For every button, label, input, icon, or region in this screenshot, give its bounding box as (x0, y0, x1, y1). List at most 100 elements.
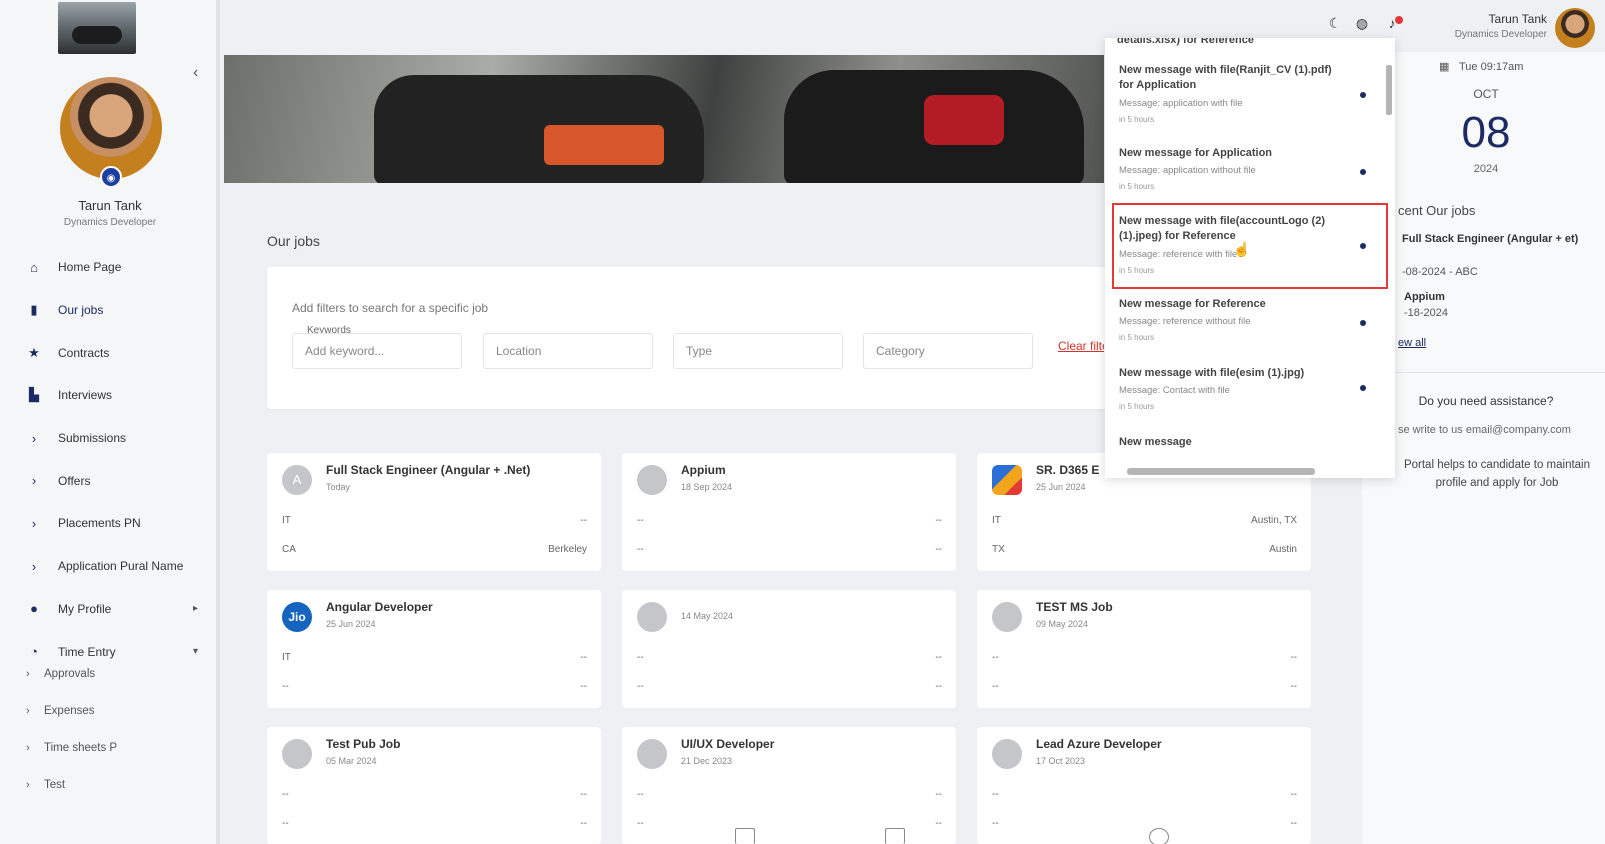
unread-dot (1360, 385, 1366, 391)
job-field: -- (580, 652, 587, 663)
sidebar-item-label: Submissions (58, 431, 127, 446)
calendar-month: OCT (1473, 87, 1499, 101)
job-row: TX Austin (992, 544, 1297, 555)
job-card[interactable]: A Full Stack Engineer (Angular + .Net) T… (267, 453, 601, 571)
upload-icon[interactable] (735, 828, 755, 844)
scrollbar-thumb[interactable] (1386, 65, 1392, 115)
submenu-item-time-sheets[interactable]: › Time sheets P (0, 730, 216, 767)
job-title: Lead Azure Developer (1036, 737, 1162, 751)
location-input[interactable] (483, 333, 653, 369)
type-select[interactable] (673, 333, 843, 369)
moon-icon[interactable]: ☾ (1326, 15, 1344, 33)
submenu-item-test[interactable]: › Test (0, 766, 216, 803)
building-icon (992, 602, 1022, 632)
chevron-right-icon: › (31, 473, 37, 489)
chevron-left-icon[interactable]: ‹ (193, 64, 198, 82)
submenu-item-label: Approvals (44, 668, 96, 681)
notifications-scrollbar[interactable] (1384, 40, 1394, 465)
job-date: 25 Jun 2024 (326, 619, 376, 629)
filter-hint: Add filters to search for a specific job (292, 301, 489, 315)
portal-description: Portal helps to candidate to maintain pr… (1403, 459, 1591, 489)
job-field: -- (992, 681, 999, 692)
job-field: -- (282, 818, 289, 829)
notification-item[interactable]: New message (1105, 435, 1385, 465)
sidebar-item-application-pural-name[interactable]: › Application Pural Name (0, 545, 216, 588)
app-root: ‹ ◉ Tarun Tank Dynamics Developer ⌂ Home… (0, 0, 1605, 844)
notification-title: New message (1119, 436, 1192, 448)
job-card[interactable]: 14 May 2024 -- -- -- -- (622, 590, 956, 708)
sidebar-item-home-page[interactable]: ⌂ Home Page (0, 246, 216, 289)
recent-job-title[interactable]: Full Stack Engineer (Angular + et) (1402, 232, 1592, 247)
sidebar-item-our-jobs[interactable]: ▮ Our jobs (0, 289, 216, 332)
clear-filters-link[interactable]: Clear filters (1058, 339, 1104, 353)
sidebar-item-interviews[interactable]: ▙ Interviews (0, 374, 216, 417)
job-field: Berkeley (548, 544, 587, 555)
submenu-item-label: Expenses (44, 705, 95, 718)
job-row: -- -- (637, 652, 942, 663)
notification-title: New message with file(esim (1).jpg) (1119, 367, 1305, 379)
job-card[interactable]: Lead Azure Developer 17 Oct 2023 -- -- --… (977, 727, 1311, 844)
notifications-hscrollbar[interactable] (1105, 464, 1395, 478)
job-field: -- (992, 818, 999, 829)
job-field: -- (637, 652, 644, 663)
job-title: Appium (681, 463, 726, 477)
time-entry-submenu: › Approvals › Expenses › Time sheets P ›… (0, 656, 216, 803)
job-title: TEST MS Job (1036, 600, 1113, 614)
banner-image-accent (544, 125, 664, 165)
building-icon (637, 465, 667, 495)
submenu-item-approvals[interactable]: › Approvals (0, 656, 216, 693)
view-all-link[interactable]: ew all (1398, 337, 1426, 349)
more-icon[interactable] (1149, 828, 1169, 844)
submenu-item-label: Test (44, 778, 66, 791)
job-field: -- (992, 652, 999, 663)
notification-item[interactable]: New message for Application Message: app… (1105, 146, 1385, 206)
job-field: Austin (1269, 544, 1297, 555)
job-card[interactable]: TEST MS Job 09 May 2024 -- -- -- -- (977, 590, 1311, 708)
job-field: IT (282, 652, 291, 663)
recent-job-title[interactable]: Appium (1404, 291, 1445, 303)
notification-item[interactable]: New message for Reference Message: refer… (1105, 297, 1385, 357)
submenu-item-expenses[interactable]: › Expenses (0, 693, 216, 730)
assistance-title: Do you need assistance? (1418, 394, 1554, 408)
job-field: -- (1290, 681, 1297, 692)
job-card[interactable]: Test Pub Job 05 Mar 2024 -- -- -- -- (267, 727, 601, 844)
upload-icon[interactable] (885, 828, 905, 844)
job-date: 14 May 2024 (681, 611, 734, 621)
job-card[interactable]: Jio Angular Developer 25 Jun 2024 IT -- -… (267, 590, 601, 708)
job-card[interactable]: Appium 18 Sep 2024 -- -- -- -- (622, 453, 956, 571)
job-field: -- (637, 515, 644, 526)
unread-dot (1360, 169, 1366, 175)
job-card[interactable]: UI/UX Developer 21 Dec 2023 -- -- -- -- (622, 727, 956, 844)
sidebar-item-contracts[interactable]: ★ Contracts (0, 331, 216, 374)
notification-title: New message for Reference (1119, 298, 1266, 310)
recent-job-meta: -08-2024 - ABC (1402, 266, 1478, 278)
sidebar-item-label: Offers (58, 473, 91, 488)
keyword-input[interactable] (292, 333, 462, 369)
globe-icon[interactable]: ◍ (1353, 15, 1371, 33)
sidebar-item-offers[interactable]: › Offers (0, 459, 216, 502)
job-field: -- (637, 789, 644, 800)
category-select[interactable] (863, 333, 1033, 369)
notification-message: Message: application with file (1119, 98, 1243, 109)
job-row: IT -- (282, 652, 587, 663)
sidebar-item-submissions[interactable]: › Submissions (0, 417, 216, 460)
notification-message: Message: Contact with file (1119, 385, 1230, 396)
job-title: UI/UX Developer (681, 737, 775, 751)
user-avatar[interactable] (1555, 8, 1595, 48)
chart-icon: ▙ (29, 387, 39, 403)
job-field: -- (935, 515, 942, 526)
job-date: 09 May 2024 (1036, 619, 1089, 629)
scrollbar-thumb[interactable] (1127, 468, 1315, 475)
sidebar-item-placements-pn[interactable]: › Placements PN (0, 502, 216, 545)
job-field: -- (637, 681, 644, 692)
job-field: -- (580, 515, 587, 526)
notification-item[interactable]: New message with file(Ranjit_CV (1).pdf)… (1105, 63, 1385, 133)
camera-icon[interactable]: ◉ (100, 166, 122, 188)
calendar-day: 08 (1461, 108, 1511, 157)
unread-dot (1360, 320, 1366, 326)
sidebar-item-my-profile[interactable]: ● My Profile ▸ (0, 588, 216, 631)
profile-name: Tarun Tank (78, 198, 142, 213)
company-logo (58, 2, 136, 54)
notification-item[interactable]: New message with file(esim (1).jpg) Mess… (1105, 366, 1385, 426)
job-field: -- (935, 789, 942, 800)
